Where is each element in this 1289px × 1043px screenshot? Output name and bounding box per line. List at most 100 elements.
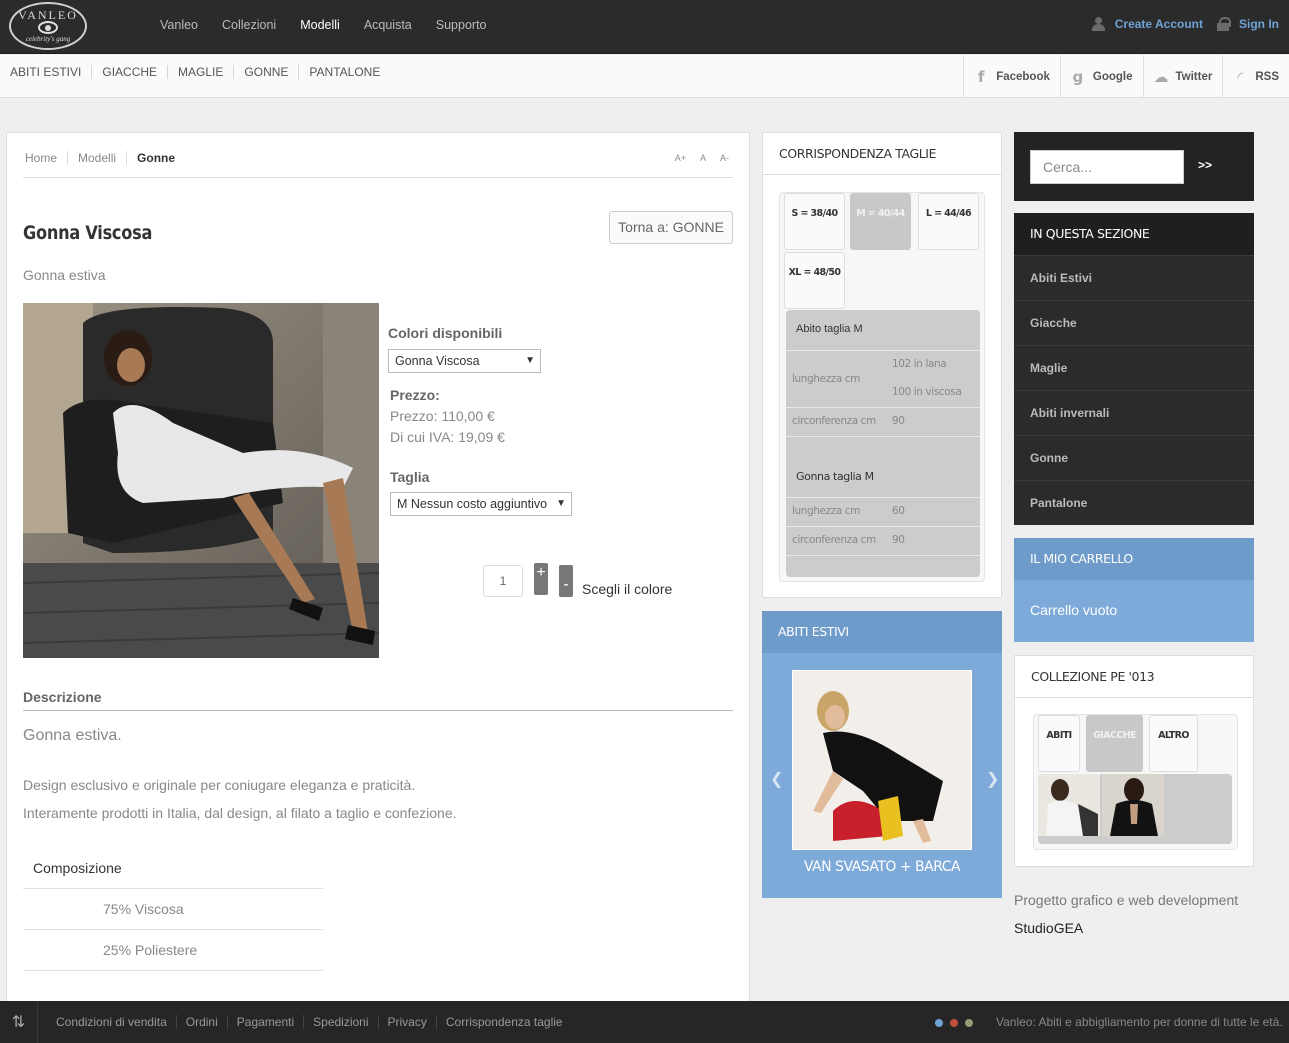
section-item-maglie[interactable]: Maglie xyxy=(1014,345,1254,390)
breadcrumb-modelli[interactable]: Modelli xyxy=(67,151,126,165)
logo-tagline: celebrity's gang xyxy=(25,35,71,43)
create-account-link[interactable]: Create Account xyxy=(1115,17,1203,31)
search-button[interactable]: >> xyxy=(1198,158,1212,172)
twitter-link[interactable]: ☁ Twitter xyxy=(1142,55,1223,98)
table-row xyxy=(786,555,980,577)
vat-value: Di cui IVA: 19,09 € xyxy=(390,429,505,445)
category-gonne[interactable]: GONNE xyxy=(233,65,298,79)
description-heading: Descrizione xyxy=(23,689,102,705)
product-title: Gonna Viscosa xyxy=(23,222,153,244)
font-increase-button[interactable]: A+ xyxy=(675,153,686,163)
table-row: circonferenza cm 90 xyxy=(786,407,980,436)
category-abiti-estivi[interactable]: ABITI ESTIVI xyxy=(10,65,91,79)
section-item-abiti-invernali[interactable]: Abiti invernali xyxy=(1014,390,1254,435)
quantity-input[interactable]: 1 xyxy=(483,565,523,597)
section-nav-title: IN QUESTA SEZIONE xyxy=(1014,213,1254,255)
theme-dots xyxy=(935,1019,973,1027)
section-nav: IN QUESTA SEZIONE Abiti Estivi Giacche M… xyxy=(1014,213,1254,525)
color-select[interactable]: Gonna Viscosa ▼ xyxy=(388,349,541,373)
font-reset-button[interactable]: A xyxy=(700,153,706,163)
footer: ⇅ Condizioni di vendita Ordini Pagamenti… xyxy=(0,1001,1289,1043)
user-icon xyxy=(1091,17,1108,31)
nav-collezioni[interactable]: Collezioni xyxy=(222,18,276,32)
category-pantalone[interactable]: PANTALONE xyxy=(298,65,390,79)
nav-acquista[interactable]: Acquista xyxy=(364,18,412,32)
back-to-category-button[interactable]: Torna a: GONNE xyxy=(609,211,733,244)
size-tab-m[interactable]: M = 40/44 xyxy=(850,193,911,250)
sign-in-link[interactable]: Sign In xyxy=(1239,17,1279,31)
footer-link-pagamenti[interactable]: Pagamenti xyxy=(226,1015,303,1029)
size-select[interactable]: M Nessun costo aggiuntivo ▼ xyxy=(390,492,572,516)
table-row: lunghezza cm 60 xyxy=(786,497,980,526)
sort-toggle-icon[interactable]: ⇅ xyxy=(0,1001,38,1043)
divider xyxy=(23,710,733,711)
size-tab-xl[interactable]: XL = 48/50 xyxy=(784,252,845,309)
facebook-link[interactable]: f Facebook xyxy=(963,55,1060,98)
quantity-decrease-button[interactable]: - xyxy=(559,565,573,597)
size-tab-l[interactable]: L = 44/46 xyxy=(918,193,979,250)
search-box: Cerca... >> xyxy=(1014,132,1254,201)
chevron-down-icon: ▼ xyxy=(525,355,535,366)
section-item-gonne[interactable]: Gonne xyxy=(1014,435,1254,480)
colors-label: Colori disponibili xyxy=(388,325,503,341)
rss-link[interactable]: ◜ RSS xyxy=(1222,55,1289,98)
breadcrumb-home[interactable]: Home xyxy=(25,151,67,165)
nav-modelli[interactable]: Modelli xyxy=(300,18,340,32)
add-to-cart-button[interactable]: Scegli il colore xyxy=(582,581,672,597)
vanleo-logo[interactable]: VANLEO celebrity's gang xyxy=(9,2,87,50)
table-row: circonferenza cm 90 xyxy=(786,526,980,555)
section-item-pantalone[interactable]: Pantalone xyxy=(1014,480,1254,525)
size-tab-s[interactable]: S = 38/40 xyxy=(784,193,845,250)
category-bar: ABITI ESTIVI GIACCHE MAGLIE GONNE PANTAL… xyxy=(0,55,1289,98)
category-giacche[interactable]: GIACCHE xyxy=(91,65,167,79)
quantity-increase-button[interactable]: + xyxy=(534,563,548,595)
product-image[interactable] xyxy=(23,303,379,658)
nav-supporto[interactable]: Supporto xyxy=(436,18,487,32)
row-value: 90 xyxy=(892,534,905,546)
social-links: f Facebook g Google ☁ Twitter ◜ RSS xyxy=(963,55,1289,98)
carousel-image[interactable] xyxy=(792,670,972,850)
theme-dot-red[interactable] xyxy=(950,1019,958,1027)
chevron-right-icon[interactable]: ❯ xyxy=(986,769,999,789)
credits-text: Progetto grafico e web development xyxy=(1014,892,1239,908)
section-item-abiti-estivi[interactable]: Abiti Estivi xyxy=(1014,255,1254,300)
collection-tabs: ABITI GIACCHE ALTRO xyxy=(1033,714,1238,850)
font-decrease-button[interactable]: A- xyxy=(720,153,729,163)
credits-studio-link[interactable]: StudioGEA xyxy=(1014,920,1083,936)
twitter-icon: ☁ xyxy=(1153,67,1169,86)
breadcrumb: Home Modelli Gonne xyxy=(25,151,185,165)
section-item-giacche[interactable]: Giacche xyxy=(1014,300,1254,345)
font-size-controls: A+ A A- xyxy=(675,153,729,163)
size-select-value: M Nessun costo aggiuntivo xyxy=(397,497,548,511)
row-value: 90 xyxy=(892,415,905,427)
account-links: Create Account Sign In xyxy=(1091,17,1279,31)
collection-thumbnail-images xyxy=(1038,774,1164,836)
footer-link-condizioni[interactable]: Condizioni di vendita xyxy=(56,1015,176,1029)
google-link[interactable]: g Google xyxy=(1059,55,1143,98)
chevron-left-icon[interactable]: ❮ xyxy=(770,769,783,789)
footer-link-privacy[interactable]: Privacy xyxy=(377,1015,436,1029)
search-input[interactable]: Cerca... xyxy=(1030,150,1184,184)
row-label: lunghezza cm xyxy=(792,373,861,385)
footer-tagline: Vanleo: Abiti e abbigliamento per donne … xyxy=(996,1015,1283,1029)
nav-vanleo[interactable]: Vanleo xyxy=(160,18,198,32)
collection-title: COLLEZIONE PE '013 xyxy=(1015,656,1253,698)
description-paragraph-2: Interamente prodotti in Italia, dal desi… xyxy=(23,805,457,821)
theme-dot-blue[interactable] xyxy=(935,1019,943,1027)
collection-tab-altro[interactable]: ALTRO xyxy=(1149,715,1198,772)
collection-tab-giacche[interactable]: GIACCHE xyxy=(1086,715,1143,772)
carousel-caption[interactable]: VAN SVASATO + BARCA xyxy=(762,859,1002,875)
top-bar: VANLEO celebrity's gang Vanleo Collezion… xyxy=(0,0,1289,54)
theme-dot-olive[interactable] xyxy=(965,1019,973,1027)
composition-row: 75% Viscosa xyxy=(23,889,323,930)
footer-link-ordini[interactable]: Ordini xyxy=(175,1015,227,1029)
description-lead: Gonna estiva. xyxy=(23,727,122,744)
footer-link-spedizioni[interactable]: Spedizioni xyxy=(303,1015,377,1029)
category-maglie[interactable]: MAGLIE xyxy=(167,65,233,79)
footer-link-corrispondenza[interactable]: Corrispondenza taglie xyxy=(435,1015,572,1029)
collection-tab-abiti[interactable]: ABITI xyxy=(1038,715,1080,772)
row-value: 60 xyxy=(892,505,905,517)
carousel-photo xyxy=(793,671,971,849)
dress-size-title: Abito taglia M xyxy=(796,323,863,335)
product-panel: Home Modelli Gonne A+ A A- Gonna Viscosa… xyxy=(6,132,750,1012)
